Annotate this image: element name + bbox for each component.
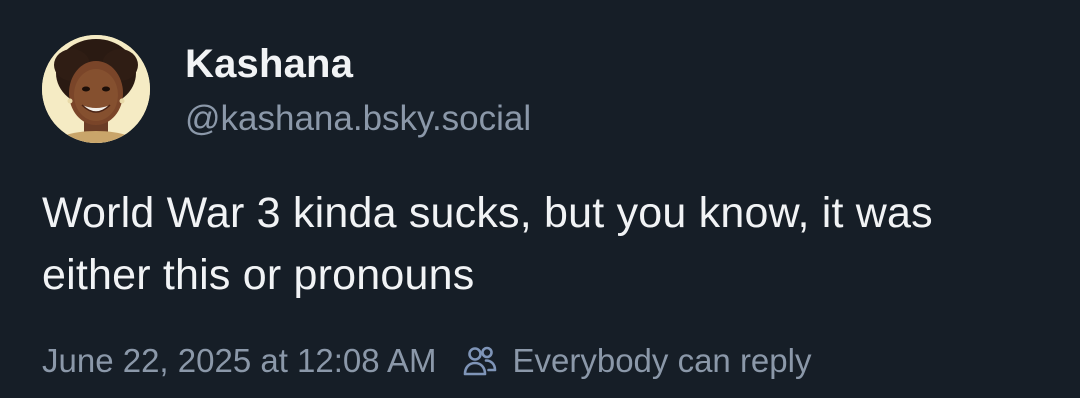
author-handle[interactable]: @kashana.bsky.social (185, 94, 531, 144)
profile-photo (42, 35, 150, 143)
post-text: World War 3 kinda sucks, but you know, i… (42, 189, 933, 299)
post-meta: June 22, 2025 at 12:08 AM Everybody can … (42, 337, 811, 385)
reply-setting-label: Everybody can reply (512, 342, 812, 379)
author-info: Kashana @kashana.bsky.social (185, 38, 531, 144)
author-display-name[interactable]: Kashana (185, 38, 531, 90)
author-avatar[interactable] (42, 35, 150, 143)
post-timestamp[interactable]: June 22, 2025 at 12:08 AM (42, 337, 436, 385)
reply-setting[interactable]: Everybody can reply (462, 337, 811, 385)
people-icon (462, 343, 498, 379)
post-card: Kashana @kashana.bsky.social World War 3… (0, 0, 1080, 398)
